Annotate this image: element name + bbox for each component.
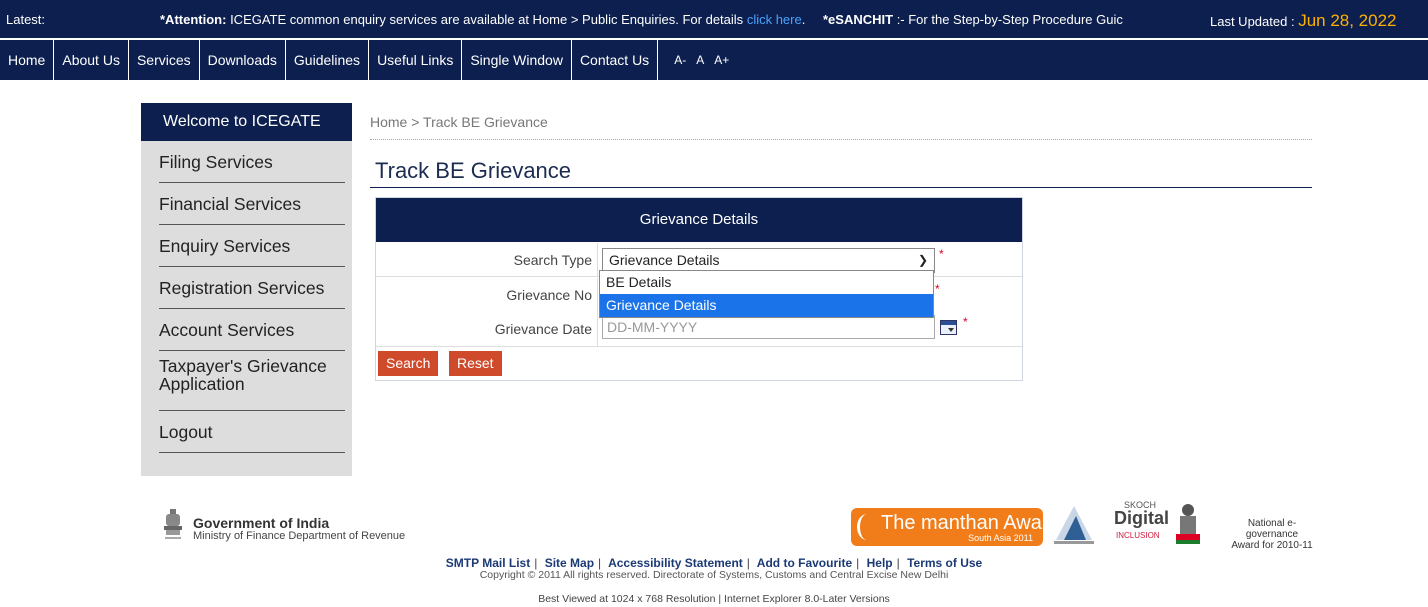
sidebar-item-filing-services[interactable]: Filing Services	[159, 141, 345, 183]
skoch-main: Digital	[1114, 508, 1170, 528]
esanchit-strong: *eSANCHIT	[822, 12, 894, 27]
skoch-digital-inclusion-logo: SKOCH Digital INCLUSION	[1104, 500, 1169, 548]
ticker-dot: .	[801, 12, 806, 27]
required-mark: *	[935, 282, 940, 296]
negov-emblem-icon	[1176, 504, 1200, 544]
best-viewed-text: Best Viewed at 1024 x 768 Resolution | I…	[538, 593, 890, 605]
footer-link-terms-of-use[interactable]: Terms of Use	[907, 556, 982, 570]
ticker-message: *Attention: ICEGATE common enquiry servi…	[160, 12, 1172, 27]
sidebar-item-registration-services[interactable]: Registration Services	[159, 267, 345, 309]
news-ticker-bar: Latest: *Attention: ICEGATE common enqui…	[0, 0, 1428, 38]
required-mark: *	[963, 315, 968, 329]
attention-text: ICEGATE common enquiry services are avai…	[230, 12, 744, 27]
esanchit-text: :- For the Step-by-Step Procedure Guic	[896, 12, 1123, 27]
nav-contact-us[interactable]: Contact Us	[572, 40, 659, 80]
grievance-date-input[interactable]: DD-MM-YYYY	[602, 315, 935, 339]
latest-label: Latest:	[6, 12, 46, 27]
icegate-page: Latest: *Attention: ICEGATE common enqui…	[0, 0, 1428, 607]
manthan-award-sub: South Asia 2011	[968, 533, 1033, 543]
last-updated: Last Updated : Jun 28, 2022	[1210, 11, 1397, 31]
form-buttons: Search Reset	[376, 346, 1022, 380]
footer-link-accessibility[interactable]: Accessibility Statement	[608, 556, 743, 570]
manthan-award-logo: The manthan Award South Asia 2011	[851, 508, 1060, 546]
last-updated-label: Last Updated :	[1210, 14, 1295, 29]
nav-about-us[interactable]: About Us	[54, 40, 129, 80]
footer-links: SMTP Mail List | Site Map | Accessibility …	[445, 556, 983, 570]
nav-services[interactable]: Services	[129, 40, 200, 80]
sidebar-item-financial-services[interactable]: Financial Services	[159, 183, 345, 225]
last-updated-date: Jun 28, 2022	[1298, 11, 1397, 30]
option-grievance-details[interactable]: Grievance Details	[600, 294, 933, 317]
nav-single-window[interactable]: Single Window	[462, 40, 572, 80]
search-type-value: Grievance Details	[609, 252, 720, 268]
footer-link-help[interactable]: Help	[867, 556, 893, 570]
sidebar: Welcome to ICEGATE Filing Services Finan…	[141, 103, 352, 476]
reset-button[interactable]: Reset	[449, 351, 502, 376]
national-emblem-icon	[164, 509, 182, 539]
copyright-text: Copyright © 2011 All rights reserved. Di…	[479, 569, 949, 581]
footer-link-site-map[interactable]: Site Map	[545, 556, 594, 570]
grievance-no-label: Grievance No	[506, 287, 592, 303]
footer-link-smtp-mail-list[interactable]: SMTP Mail List	[446, 556, 530, 570]
nav-guidelines[interactable]: Guidelines	[286, 40, 370, 80]
required-mark: *	[939, 247, 944, 261]
breadcrumb-divider	[370, 139, 1312, 140]
title-divider	[370, 187, 1312, 188]
nav-downloads[interactable]: Downloads	[200, 40, 286, 80]
attention-strong: *Attention:	[160, 12, 227, 27]
font-decrease-button[interactable]: A-	[674, 53, 686, 67]
sidebar-item-account-services[interactable]: Account Services	[159, 309, 345, 351]
sidebar-item-logout[interactable]: Logout	[159, 411, 345, 453]
nav-useful-links[interactable]: Useful Links	[369, 40, 463, 80]
search-type-dropdown-list: BE Details Grievance Details	[599, 270, 934, 318]
search-type-label: Search Type	[513, 252, 592, 268]
search-button[interactable]: Search	[378, 351, 439, 376]
page-title: Track BE Grievance	[375, 158, 572, 183]
font-normal-button[interactable]: A	[696, 53, 704, 67]
skoch-sub: INCLUSION	[1116, 531, 1160, 540]
panel-title: Grievance Details	[376, 198, 1022, 242]
casea-award-logo-icon	[1054, 506, 1094, 544]
negov-award-text: National e-governance Award for 2010-11	[1231, 518, 1313, 551]
sidebar-item-enquiry-services[interactable]: Enquiry Services	[159, 225, 345, 267]
grievance-date-label: Grievance Date	[494, 321, 592, 337]
nav-home[interactable]: Home	[0, 40, 55, 80]
option-be-details[interactable]: BE Details	[600, 271, 933, 294]
sidebar-header: Welcome to ICEGATE	[141, 103, 352, 141]
click-here-link[interactable]: click here	[747, 12, 802, 27]
gov-subtitle: Ministry of Finance Department of Revenu…	[193, 530, 406, 542]
font-size-controls: A- A A+	[658, 40, 739, 80]
font-increase-button[interactable]: A+	[714, 53, 729, 67]
calendar-icon[interactable]	[940, 320, 957, 335]
chevron-down-icon: ❯	[917, 253, 928, 267]
main-nav: Home About Us Services Downloads Guideli…	[0, 40, 1428, 80]
footer-link-add-favourite[interactable]: Add to Favourite	[757, 556, 852, 570]
gov-title: Government of India	[193, 515, 330, 531]
sidebar-item-taxpayer-grievance[interactable]: Taxpayer's Grievance Application	[159, 351, 345, 411]
breadcrumb: Home > Track BE Grievance	[370, 114, 548, 130]
manthan-award-text: The manthan Award	[881, 512, 1060, 534]
